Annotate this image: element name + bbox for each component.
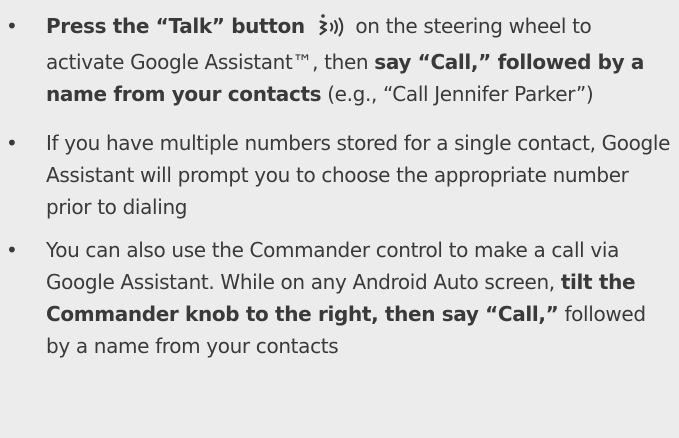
text-segment: Press the “Talk” button <box>46 14 312 38</box>
document-page: • Press the “Talk” button on the steerin… <box>0 0 679 438</box>
list-item: • If you have multiple numbers stored fo… <box>0 127 679 223</box>
text-segment: (e.g., “Call Jennifer Parker”) <box>321 82 594 106</box>
bullet-marker: • <box>6 131 18 155</box>
instruction-list: • Press the “Talk” button on the steerin… <box>0 10 679 362</box>
bullet-marker: • <box>6 238 18 262</box>
text-segment: If you have multiple numbers stored for … <box>46 131 671 219</box>
list-item: • You can also use the Commander control… <box>0 234 679 362</box>
bullet-marker: • <box>6 14 18 38</box>
text-segment: You can also use the Commander control t… <box>46 238 619 294</box>
list-item: • Press the “Talk” button on the steerin… <box>0 10 679 110</box>
voice-talk-icon <box>317 13 347 46</box>
